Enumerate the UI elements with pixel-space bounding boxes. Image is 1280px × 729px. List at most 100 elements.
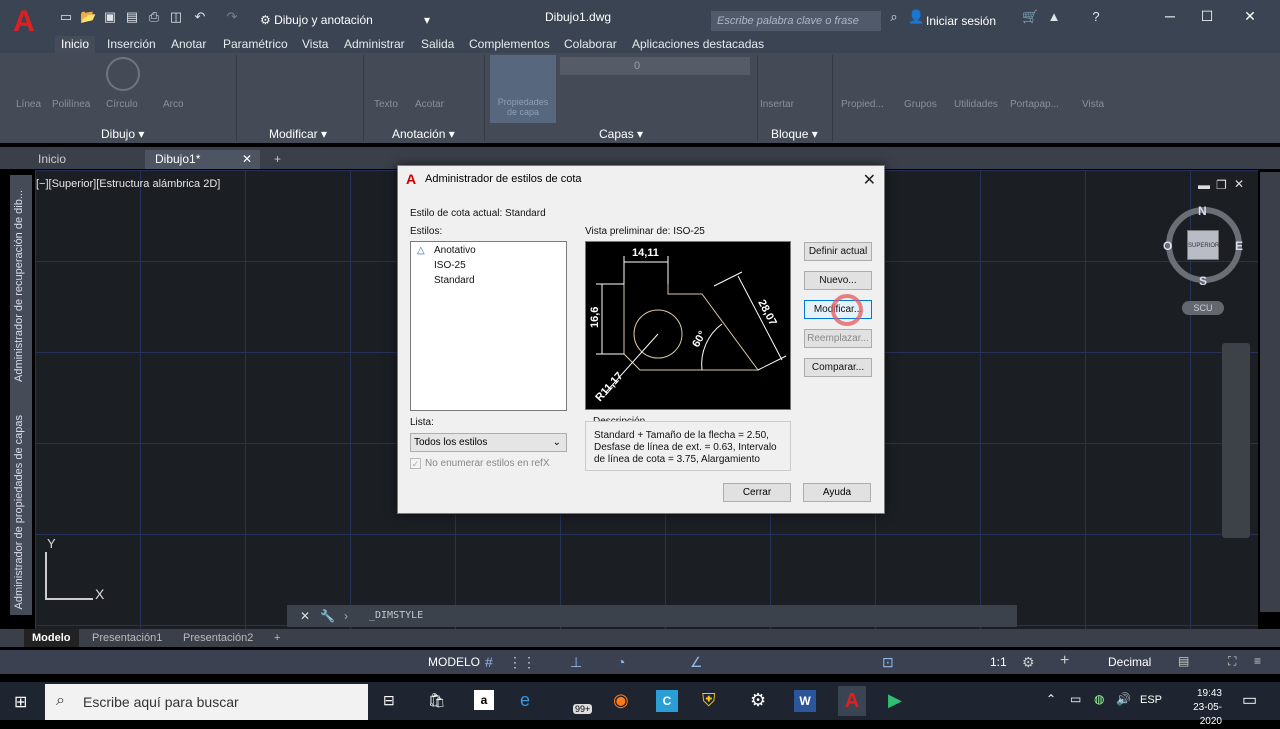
store-icon[interactable]: 🛍 [428,692,446,709]
tab-vista[interactable]: Vista [296,36,334,53]
layer-dropdown[interactable]: 0 [560,57,750,75]
print-icon[interactable]: ⎙ [146,9,162,25]
snap-icon[interactable]: ⋮⋮ [508,654,536,671]
isodraft-icon[interactable]: ∠ [690,654,703,671]
properties-icon[interactable]: ▤ [1178,654,1189,668]
compass-north[interactable]: N [1198,204,1207,218]
insert-button[interactable]: Insertar [760,99,794,110]
tab-aplicaciones-destacadas[interactable]: Aplicaciones destacadas [626,36,770,53]
properties-button[interactable]: Propied... [841,99,884,110]
fullscreen-icon[interactable]: ⛶ [1228,654,1236,669]
override-button[interactable]: Reemplazar... [804,329,872,348]
panel-anotacion[interactable]: Anotación ▾ [392,127,455,141]
tab-administrar[interactable]: Administrar [338,36,411,53]
compass-west[interactable]: O [1163,239,1172,253]
tab-inicio[interactable]: Inicio [55,36,96,53]
layout-tab-modelo[interactable]: Modelo [24,629,79,647]
compass-south[interactable]: S [1199,274,1207,288]
maximize-icon[interactable]: ☐ [1197,8,1217,26]
windows-start-icon[interactable]: ⊞ [14,692,27,712]
dialog-close-icon[interactable]: ✕ [863,170,876,190]
layout-tab-presentacion2[interactable]: Presentación2 [175,629,261,647]
style-iso25[interactable]: ISO-25 [434,260,466,271]
help-icon[interactable]: ? [1088,9,1104,25]
cart-icon[interactable]: 🛒 [1022,9,1038,25]
task-view-icon[interactable]: ⊟ [383,692,395,709]
groups-button[interactable]: Grupos [904,99,937,110]
user-icon[interactable]: 👤 [908,9,924,25]
customize-icon[interactable]: ≡ [1254,654,1261,668]
app-green-icon[interactable]: ▶ [888,690,902,711]
polar-icon[interactable]: ◔ [617,654,625,670]
polyline-button[interactable]: Polilínea [52,99,90,110]
viewport-controls[interactable]: [−][Superior][Estructura alámbrica 2D] [36,178,220,190]
panel-modificar[interactable]: Modificar ▾ [269,127,327,141]
close-button[interactable]: Cerrar [723,483,791,502]
style-anotativo[interactable]: Anotativo [434,245,476,256]
autocad-taskbar-icon[interactable]: A [838,686,866,716]
command-close-icon[interactable]: ✕ [300,609,310,623]
tab-anotar[interactable]: Anotar [165,36,212,53]
styles-list[interactable]: △ Anotativo ISO-25 Standard [410,241,567,411]
file-tab-dibujo1[interactable]: Dibujo1* ✕ [145,150,260,169]
set-current-button[interactable]: Definir actual [804,242,872,261]
circle-tool-icon[interactable] [106,57,140,91]
notifications-icon[interactable]: ▭ [1242,690,1257,710]
compass-east[interactable]: E [1235,239,1243,253]
ortho-icon[interactable]: ⊥ [570,654,582,671]
autodesk-a360-icon[interactable]: ▲ [1046,9,1062,25]
workspace-selector[interactable]: ⚙ Dibujo y anotación ▾ [256,10,436,30]
signin-button[interactable]: Iniciar sesión [926,14,996,28]
panel-dibujo[interactable]: Dibujo ▾ [101,127,144,141]
dimension-button[interactable]: Acotar [415,99,444,110]
tab-colaborar[interactable]: Colaborar [558,36,623,53]
edge-icon[interactable]: e [520,690,530,711]
osnap-icon[interactable]: ⊡ [882,654,894,671]
settings-icon[interactable]: ⚙ [750,690,766,711]
text-button[interactable]: Texto [374,99,398,110]
file-tab-inicio[interactable]: Inicio [28,150,76,169]
tab-parametrico[interactable]: Paramétrico [217,36,294,53]
help-button[interactable]: Ayuda [803,483,871,502]
shield-icon[interactable]: ⛨ [702,690,716,711]
close-tab-icon[interactable]: ✕ [242,150,252,169]
tray-chevron-icon[interactable]: ⌃ [1046,692,1056,706]
amazon-icon[interactable]: a [474,690,494,710]
panel-capas[interactable]: Capas ▾ [599,127,643,141]
battery-icon[interactable]: ▭ [1070,692,1081,706]
recovery-manager-label[interactable]: Administrador de recuperación de dib... [13,190,25,382]
new-button[interactable]: Nuevo... [804,271,872,290]
crosshair-icon[interactable]: + [1060,652,1069,670]
tab-insercion[interactable]: Inserción [101,36,162,53]
grid-icon[interactable]: # [485,654,493,670]
undo-icon[interactable]: ↶ [192,9,208,25]
viewport-close-icon[interactable]: ✕ [1234,177,1244,191]
list-filter-select[interactable]: Todos los estilos ⌄ [410,433,567,452]
clipboard-button[interactable]: Portapap... [1010,99,1059,110]
layout-add-icon[interactable]: + [266,629,288,647]
compare-button[interactable]: Comparar... [804,358,872,377]
open-file-icon[interactable]: 📂 [80,9,96,25]
viewport-minimize-icon[interactable]: ▬ [1198,178,1210,192]
help-search-input[interactable]: Escribe palabra clave o frase [711,11,881,31]
line-button[interactable]: Línea [16,99,41,110]
ucs-menu[interactable]: SCU [1182,301,1224,315]
annotation-scale[interactable]: 1:1 [990,655,1007,669]
plot-icon[interactable]: ◫ [168,9,184,25]
volume-icon[interactable]: 🔊 [1116,692,1131,706]
arc-button[interactable]: Arco [163,99,184,110]
minimize-icon[interactable]: ─ [1160,8,1180,26]
save-icon[interactable]: ▣ [102,9,118,25]
model-space-button[interactable]: MODELO [428,652,480,672]
view-button[interactable]: Vista [1082,99,1104,110]
layer-manager-label[interactable]: Administrador de propiedades de capas [13,415,25,609]
new-file-icon[interactable]: ▭ [58,9,74,25]
navigation-bar[interactable] [1222,343,1250,538]
firefox-icon[interactable]: ◉ [613,690,629,711]
viewport-restore-icon[interactable]: ❐ [1216,178,1227,192]
binoculars-icon[interactable]: ⌕ [886,9,902,25]
workspace-gear-icon[interactable]: ⚙ [1022,654,1035,671]
network-icon[interactable]: ◍ [1094,692,1104,706]
clock[interactable]: 19:43 23-05-2020 [1172,687,1222,729]
new-tab-icon[interactable]: + [264,150,291,169]
